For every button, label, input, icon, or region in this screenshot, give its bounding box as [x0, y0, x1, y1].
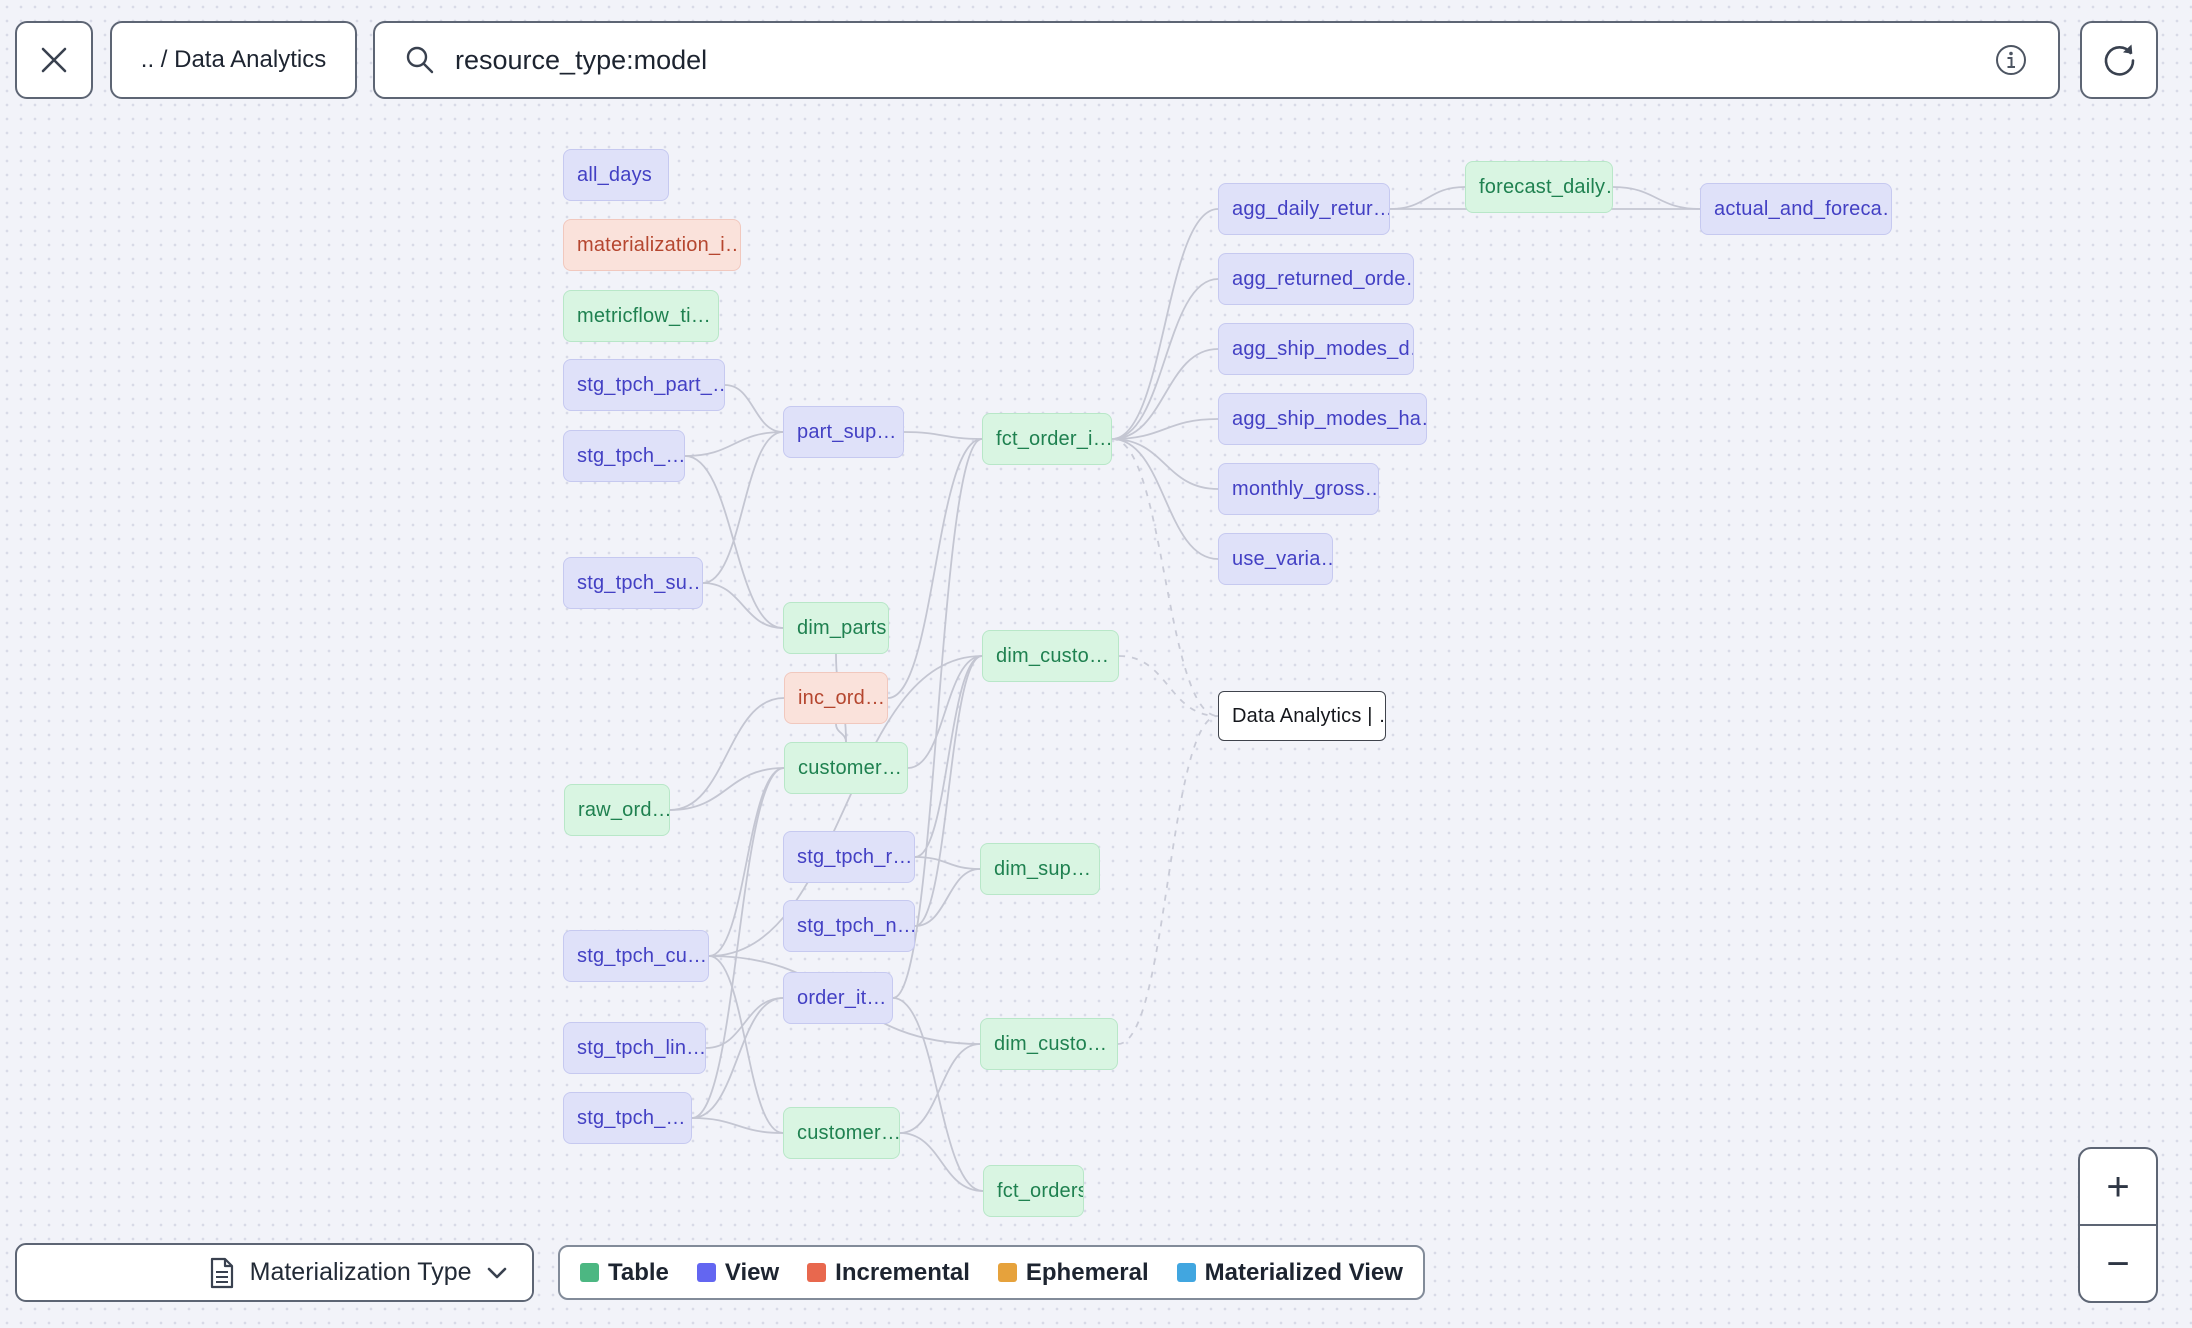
edge-customer1-to-dim_custo1: [907, 655, 983, 769]
search-bar: [373, 21, 2060, 99]
edge-stg_su-to-dim_parts: [702, 582, 784, 629]
node-all_days[interactable]: all_days: [563, 149, 669, 201]
refresh-button[interactable]: [2080, 21, 2158, 99]
legend-swatch: [807, 1263, 827, 1282]
zoom-in-button[interactable]: +: [2080, 1149, 2156, 1226]
node-order_it[interactable]: order_it…: [783, 972, 893, 1024]
node-stg_cu[interactable]: stg_tpch_cu…: [563, 930, 709, 982]
node-dim_parts[interactable]: dim_parts: [783, 602, 889, 654]
node-stg_1[interactable]: stg_tpch_…: [563, 430, 685, 482]
node-stg_lin[interactable]: stg_tpch_lin…: [563, 1022, 706, 1074]
legend-label: View: [724, 1258, 780, 1286]
aperture-icon: [41, 1258, 71, 1287]
node-customer1[interactable]: customer…: [784, 742, 908, 794]
edge-agg_daily-to-forecast: [1389, 186, 1466, 210]
edge-stg_1-to-part_sup: [684, 431, 784, 457]
legend-swatch: [997, 1263, 1017, 1282]
node-fct_order_i[interactable]: fct_order_i…: [982, 413, 1112, 465]
edge-fct_order_i-to-monthly_gross: [1111, 438, 1219, 490]
lenses-group: Lenses Materialization Type: [15, 1243, 534, 1302]
edge-fct_order_i-to-agg_daily: [1111, 208, 1219, 440]
legend-item-materialized-view: Materialized View: [1176, 1258, 1403, 1287]
edge-stg_n-to-dim_custo1: [914, 655, 983, 927]
node-forecast[interactable]: forecast_daily…: [1465, 161, 1613, 213]
node-stg_r[interactable]: stg_tpch_r…: [783, 831, 915, 883]
edge-fct_order_i-to-agg_returned: [1111, 278, 1219, 440]
node-stg_n[interactable]: stg_tpch_n…: [783, 900, 915, 952]
legend-item-view: View: [696, 1258, 780, 1287]
node-metricflow[interactable]: metricflow_ti…: [563, 290, 719, 342]
materialization-legend: Table View Incremental Ephemeral Materialize…: [558, 1245, 1425, 1300]
node-use_varia[interactable]: use_varia…: [1218, 533, 1333, 585]
node-mat_i[interactable]: materialization_i…: [563, 219, 741, 271]
edge-stg_r-to-dim_custo1: [914, 655, 983, 858]
zoom-out-button[interactable]: −: [2080, 1226, 2156, 1301]
node-raw_ord[interactable]: raw_ord…: [564, 784, 670, 836]
node-inc_ord[interactable]: inc_ord…: [784, 672, 888, 724]
node-monthly_gross[interactable]: monthly_gross…: [1218, 463, 1379, 515]
document-icon: [210, 1257, 233, 1288]
legend-label: Materialized View: [1204, 1258, 1403, 1286]
node-customer2[interactable]: customer…: [783, 1107, 900, 1159]
lineage-graph-canvas[interactable]: all_days materialization_i… metricflow_ti……: [0, 0, 2192, 1328]
node-dim_custo1[interactable]: dim_custo…: [982, 630, 1119, 682]
edge-inc_ord-to-fct_order_i: [887, 438, 983, 699]
edge-part_sup-to-fct_order_i: [903, 431, 983, 440]
legend-swatch: [580, 1263, 599, 1282]
edge-fct_order_i-to-agg_ship_d: [1111, 348, 1219, 440]
node-part_sup[interactable]: part_sup…: [783, 406, 904, 458]
node-stg_2[interactable]: stg_tpch_…: [563, 1092, 692, 1144]
legend-label: Incremental: [835, 1258, 970, 1286]
search-input[interactable]: [455, 44, 1974, 76]
edge-stg_su-to-part_sup: [702, 431, 784, 584]
legend-item-incremental: Incremental: [807, 1259, 970, 1287]
edge-fct_order_i-to-use_varia: [1111, 438, 1219, 560]
search-icon: [406, 46, 434, 74]
edge-customer2-to-dim_custo2: [899, 1043, 981, 1134]
node-agg_returned[interactable]: agg_returned_orde…: [1218, 253, 1414, 305]
lenses-button[interactable]: Lenses: [17, 1245, 188, 1300]
node-dim_custo2[interactable]: dim_custo…: [980, 1018, 1118, 1070]
edge-dim_custo2-to-exposure: [1117, 715, 1219, 1045]
edge-order_it-to-fct_orders: [892, 997, 984, 1192]
node-dim_sup[interactable]: dim_sup…: [980, 843, 1100, 895]
legend-item-table: Table: [580, 1259, 669, 1287]
close-button[interactable]: [15, 21, 93, 99]
node-exposure[interactable]: Data Analytics | …: [1218, 691, 1386, 741]
node-fct_orders[interactable]: fct_orders: [983, 1165, 1084, 1217]
legend-item-ephemeral: Ephemeral: [997, 1258, 1149, 1287]
node-stg_su[interactable]: stg_tpch_su…: [563, 557, 703, 609]
breadcrumb-label: .. / Data Analytics: [140, 46, 327, 73]
edge-forecast-to-actual: [1612, 186, 1701, 210]
node-agg_ship_ha[interactable]: agg_ship_modes_ha…: [1218, 393, 1427, 445]
node-stg_part[interactable]: stg_tpch_part_…: [563, 359, 725, 411]
node-agg_ship_d[interactable]: agg_ship_modes_d…: [1218, 323, 1414, 375]
edge-fct_order_i-to-exposure: [1111, 438, 1219, 717]
legend-label: Table: [608, 1258, 669, 1286]
legend-swatch: [696, 1263, 716, 1282]
edge-stg_2-to-customer2: [691, 1117, 784, 1134]
edge-stg_part-to-part_sup: [724, 384, 784, 433]
close-icon: [41, 47, 67, 73]
edge-raw_ord-to-inc_ord: [669, 697, 785, 811]
lenses-label: Lenses: [85, 1258, 166, 1286]
zoom-controls: + −: [2078, 1147, 2158, 1303]
lens-selector[interactable]: Materialization Type: [187, 1245, 532, 1300]
node-actual[interactable]: actual_and_foreca…: [1700, 183, 1892, 235]
legend-swatch: [1176, 1263, 1196, 1282]
node-agg_daily[interactable]: agg_daily_retur…: [1218, 183, 1390, 235]
legend-label: Ephemeral: [1025, 1258, 1149, 1286]
info-icon[interactable]: [1992, 41, 2030, 79]
lens-selected-label: Materialization Type: [249, 1258, 472, 1286]
refresh-icon: [2104, 44, 2135, 76]
edge-customer2-to-fct_orders: [899, 1132, 984, 1192]
chevron-down-icon: [487, 1267, 506, 1278]
breadcrumb[interactable]: .. / Data Analytics: [110, 21, 357, 99]
